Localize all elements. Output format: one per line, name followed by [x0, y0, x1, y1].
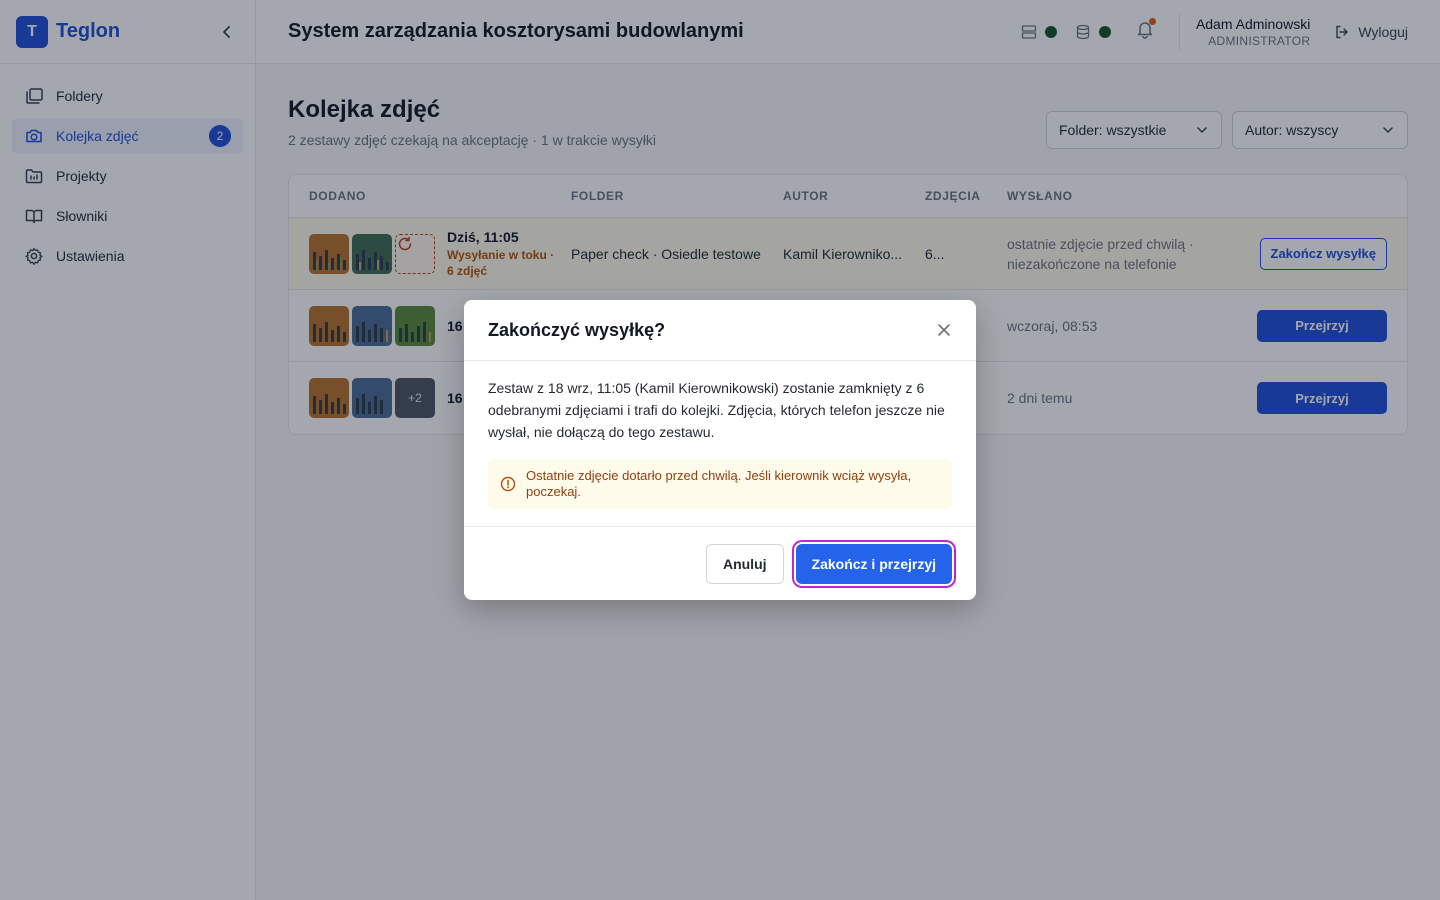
- close-icon: [938, 324, 950, 336]
- dialog-close-button[interactable]: [936, 322, 952, 338]
- alert-circle-icon: [500, 476, 516, 492]
- dialog-message: Zestaw z 18 wrz, 11:05 (Kamil Kierowniko…: [488, 380, 945, 440]
- confirm-finish-review-button[interactable]: Zakończ i przejrzyj: [795, 543, 952, 584]
- warning-text: Ostatnie zdjęcie dotarło przed chwilą. J…: [526, 468, 912, 499]
- warning-callout: Ostatnie zdjęcie dotarło przed chwilą. J…: [488, 459, 952, 509]
- dialog-title: Zakończyć wysyłkę?: [488, 319, 666, 340]
- dialog-header: Zakończyć wysyłkę?: [464, 300, 976, 361]
- finish-upload-dialog: Zakończyć wysyłkę? Zestaw z 18 wrz, 11:0…: [464, 300, 976, 600]
- dialog-body: Zestaw z 18 wrz, 11:05 (Kamil Kierowniko…: [464, 361, 976, 527]
- cancel-button[interactable]: Anuluj: [705, 543, 784, 584]
- dialog-footer: Anuluj Zakończ i przejrzyj: [464, 527, 976, 600]
